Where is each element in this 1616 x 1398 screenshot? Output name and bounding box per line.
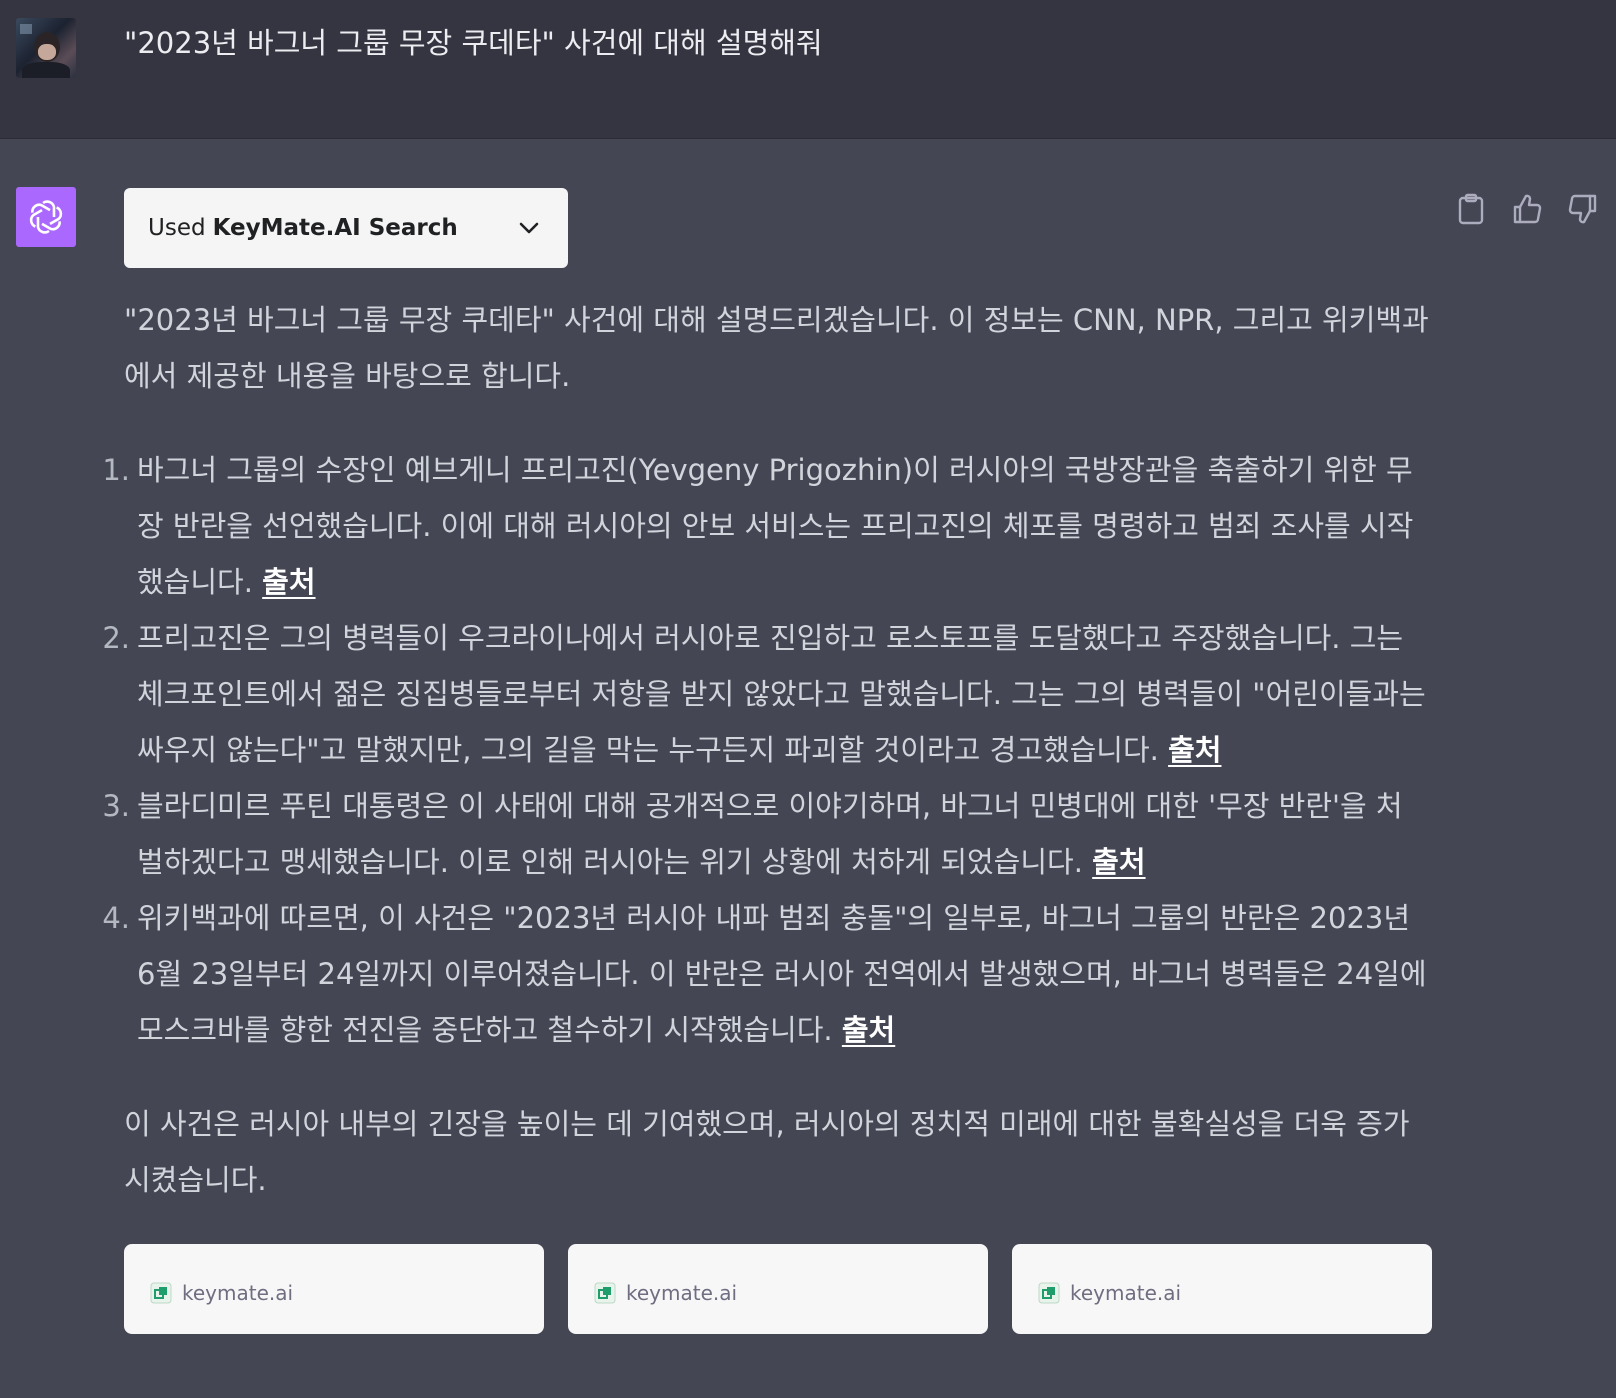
source-domain: keymate.ai xyxy=(1070,1281,1182,1305)
intro-paragraph: "2023년 바그너 그룹 무장 쿠데타" 사건에 대해 설명드리겠습니다. 이… xyxy=(124,303,1429,393)
list-item: 2. 프리고진은 그의 병력들이 우크라이나에서 러시아로 진입하고 로스토프를… xyxy=(102,610,1429,778)
list-item: 1. 바그너 그룹의 수장인 예브게니 프리고진(Yevgeny Prigozh… xyxy=(102,442,1429,610)
source-card[interactable]: keymate.ai xyxy=(568,1244,988,1334)
assistant-message-row: Used KeyMate.AI Search "2023년 바그너 그룹 무장 … xyxy=(0,140,1616,1398)
assistant-message-content: "2023년 바그너 그룹 무장 쿠데타" 사건에 대해 설명드리겠습니다. 이… xyxy=(102,292,1429,1208)
source-card[interactable]: keymate.ai xyxy=(124,1244,544,1334)
conclusion-paragraph: 이 사건은 러시아 내부의 긴장을 높이는 데 기여했으며, 러시아의 정치적 … xyxy=(124,1107,1410,1197)
user-avatar xyxy=(16,18,76,78)
source-domain: keymate.ai xyxy=(182,1281,294,1305)
source-link[interactable]: 출처 xyxy=(262,565,315,599)
source-cards: keymate.ai keymate.ai keymate.ai xyxy=(124,1244,1432,1334)
plugin-name: KeyMate.AI Search xyxy=(212,215,458,241)
list-number: 1. xyxy=(102,453,130,487)
thumbs-up-icon[interactable] xyxy=(1510,192,1544,226)
source-link[interactable]: 출처 xyxy=(1092,845,1145,879)
list-number: 4. xyxy=(102,901,130,935)
chevron-down-icon xyxy=(518,215,540,241)
list-item: 3. 블라디미르 푸틴 대통령은 이 사태에 대해 공개적으로 이야기하며, 바… xyxy=(102,778,1429,890)
keymate-favicon-icon xyxy=(594,1282,616,1304)
list-item-text: 블라디미르 푸틴 대통령은 이 사태에 대해 공개적으로 이야기하며, 바그너 … xyxy=(137,789,1403,879)
list-item: 4. 위키백과에 따르면, 이 사건은 "2023년 러시아 내파 범죄 충돌"… xyxy=(102,890,1429,1058)
list-item-text: 프리고진은 그의 병력들이 우크라이나에서 러시아로 진입하고 로스토프를 도달… xyxy=(137,621,1426,767)
list-number: 2. xyxy=(102,621,130,655)
keymate-favicon-icon xyxy=(150,1282,172,1304)
copy-icon[interactable] xyxy=(1454,192,1488,226)
list-number: 3. xyxy=(102,789,130,823)
user-message-row: "2023년 바그너 그룹 무장 쿠데타" 사건에 대해 설명해줘 xyxy=(0,0,1616,139)
user-message-text: "2023년 바그너 그룹 무장 쿠데타" 사건에 대해 설명해줘 xyxy=(124,26,823,60)
source-link[interactable]: 출처 xyxy=(842,1013,895,1047)
answer-list: 1. 바그너 그룹의 수장인 예브게니 프리고진(Yevgeny Prigozh… xyxy=(102,442,1429,1058)
chatgpt-logo-icon xyxy=(16,187,76,247)
source-domain: keymate.ai xyxy=(626,1281,738,1305)
source-link[interactable]: 출처 xyxy=(1168,733,1221,767)
message-actions xyxy=(1454,192,1600,226)
source-card[interactable]: keymate.ai xyxy=(1012,1244,1432,1334)
list-item-text: 위키백과에 따르면, 이 사건은 "2023년 러시아 내파 범죄 충돌"의 일… xyxy=(137,901,1427,1047)
plugin-used-dropdown[interactable]: Used KeyMate.AI Search xyxy=(124,188,568,268)
list-item-text: 바그너 그룹의 수장인 예브게니 프리고진(Yevgeny Prigozhin)… xyxy=(137,453,1414,599)
plugin-used-label: Used xyxy=(148,215,206,241)
keymate-favicon-icon xyxy=(1038,1282,1060,1304)
thumbs-down-icon[interactable] xyxy=(1566,192,1600,226)
